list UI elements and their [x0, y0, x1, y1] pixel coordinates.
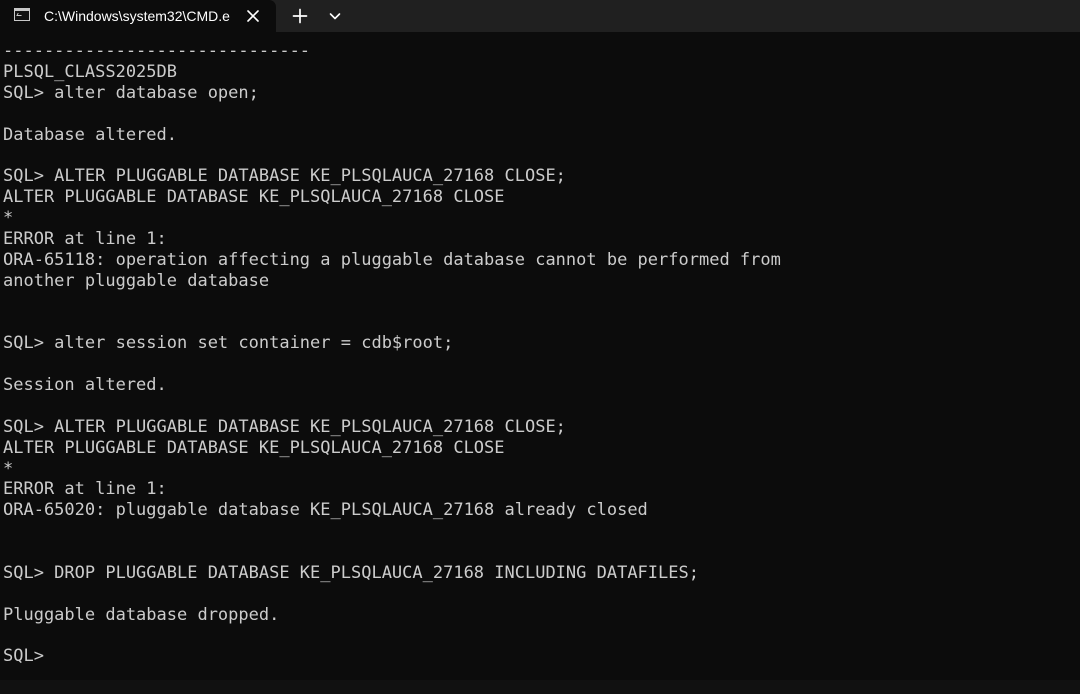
terminal-lines: ------------------------------ PLSQL_CLA… [0, 32, 1080, 667]
terminal-line-27 [3, 584, 1080, 605]
active-tab[interactable]: C:\Windows\system32\CMD.e [0, 0, 276, 32]
terminal-output[interactable]: ------------------------------ PLSQL_CLA… [0, 32, 1080, 680]
tab-title: C:\Windows\system32\CMD.e [44, 8, 230, 24]
terminal-line-26: SQL> DROP PLUGGABLE DATABASE KE_PLSQLAUC… [3, 562, 699, 583]
terminal-prompt-line[interactable]: SQL> [3, 646, 1080, 667]
terminal-line-8: ALTER PLUGGABLE DATABASE KE_PLSQLAUCA_27… [3, 187, 505, 208]
terminal-line-16 [3, 354, 1080, 375]
terminal-line-25 [3, 542, 1080, 563]
terminal-line-24 [3, 521, 1080, 542]
terminal-line-21: * [3, 458, 14, 479]
bottom-edge [0, 680, 1080, 694]
tab-dropdown-button[interactable] [322, 4, 348, 28]
new-tab-button[interactable] [287, 4, 313, 28]
title-bar: C:\Windows\system32\CMD.e [0, 0, 1080, 32]
terminal-line-12: another pluggable database [3, 270, 270, 291]
terminal-line-29 [3, 626, 1080, 647]
terminal-line-10: ERROR at line 1: [3, 228, 167, 249]
terminal-line-17: Session altered. [3, 375, 167, 395]
close-icon [247, 10, 259, 22]
terminal-line-23: ORA-65020: pluggable database KE_PLSQLAU… [3, 500, 648, 521]
terminal-line-7: SQL> ALTER PLUGGABLE DATABASE KE_PLSQLAU… [3, 166, 566, 187]
terminal-line-15: SQL> alter session set container = cdb$r… [3, 333, 454, 354]
terminal-line-6 [3, 145, 1080, 166]
terminal-line-4 [3, 104, 1080, 125]
terminal-line-18 [3, 396, 1080, 417]
terminal-line-20: ALTER PLUGGABLE DATABASE KE_PLSQLAUCA_27… [3, 437, 505, 458]
terminal-line-2: PLSQL_CLASS2025DB [3, 61, 177, 82]
terminal-line-3: SQL> alter database open; [3, 82, 259, 103]
terminal-line-5: Database altered. [3, 124, 177, 145]
terminal-line-14 [3, 312, 1080, 333]
chevron-down-icon [329, 13, 341, 20]
terminal-line-22: ERROR at line 1: [3, 479, 167, 500]
terminal-line-9: * [3, 208, 14, 228]
console-icon [14, 8, 30, 21]
terminal-line-1: ------------------------------ [3, 41, 311, 61]
close-tab-button[interactable] [242, 5, 264, 27]
terminal-line-28: Pluggable database dropped. [3, 604, 280, 625]
terminal-line-13 [3, 292, 1080, 313]
command-prompt-window: C:\Windows\system32\CMD.e --------------… [0, 0, 1080, 694]
terminal-line-11: ORA-65118: operation affecting a pluggab… [3, 249, 781, 270]
terminal-line-19: SQL> ALTER PLUGGABLE DATABASE KE_PLSQLAU… [3, 416, 566, 437]
plus-icon [292, 8, 308, 24]
